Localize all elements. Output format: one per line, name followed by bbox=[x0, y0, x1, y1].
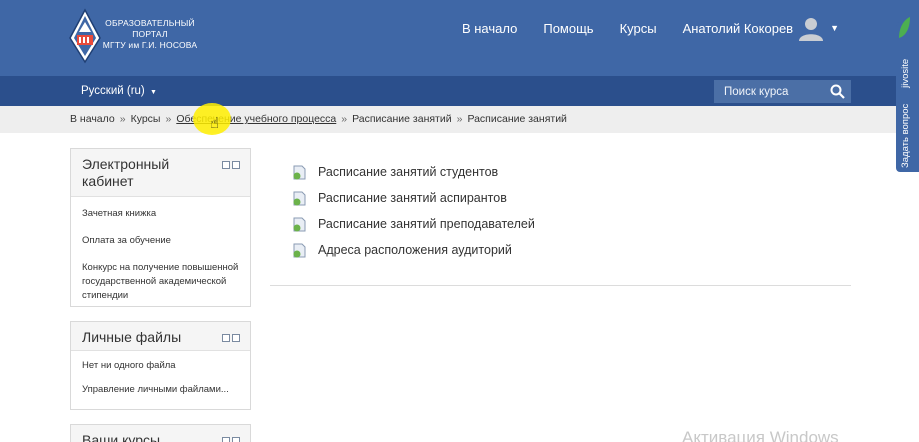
resource-item[interactable]: Расписание занятий аспирантов bbox=[292, 185, 535, 211]
page-resource-icon bbox=[293, 191, 306, 205]
resource-item[interactable]: Расписание занятий преподавателей bbox=[292, 211, 535, 237]
user-avatar-icon bbox=[799, 18, 824, 41]
dock-icon[interactable] bbox=[232, 334, 240, 342]
breadcrumb-bar: В начало» Курсы» Обеспечение учебного проц… bbox=[0, 106, 919, 133]
block-header: Личные файлы bbox=[71, 322, 250, 351]
nav-home[interactable]: В начало bbox=[462, 21, 517, 36]
breadcrumb-separator-icon: » bbox=[456, 113, 463, 125]
breadcrumb-separator-icon: » bbox=[165, 113, 172, 125]
resource-label: Расписание занятий преподавателей bbox=[318, 217, 535, 231]
breadcrumb-home[interactable]: В начало bbox=[70, 113, 115, 125]
link-manage-files[interactable]: Управление личными файлами... bbox=[82, 383, 239, 397]
chevron-down-icon: ▼ bbox=[149, 89, 157, 96]
block-header: Электронный кабинет bbox=[71, 149, 250, 197]
portal-logo[interactable]: ОБРАЗОВАТЕЛЬНЫЙ ПОРТАЛ МГТУ им Г.И. НОСО… bbox=[68, 8, 198, 64]
collapse-icon[interactable] bbox=[222, 161, 230, 169]
resource-item[interactable]: Адреса расположения аудиторий bbox=[292, 237, 535, 263]
ask-question-label: Задать вопрос jivosite bbox=[900, 58, 911, 168]
breadcrumb: В начало» Курсы» Обеспечение учебного проц… bbox=[70, 106, 567, 133]
no-files-text: Нет ни одного файла bbox=[82, 360, 176, 371]
hand-cursor-icon: ☝ bbox=[210, 115, 220, 132]
link-scholarship-contest[interactable]: Конкурс на получение повышенной государс… bbox=[82, 261, 239, 303]
block-controls bbox=[220, 437, 240, 442]
jivosite-brand: jivosite bbox=[900, 58, 911, 88]
page-resource-icon bbox=[293, 165, 306, 179]
dock-icon[interactable] bbox=[232, 437, 240, 442]
course-search bbox=[714, 80, 851, 103]
block-controls bbox=[220, 334, 240, 342]
chevron-down-icon: ▼ bbox=[830, 23, 839, 33]
breadcrumb-separator-icon: » bbox=[119, 113, 126, 125]
course-search-input[interactable] bbox=[714, 80, 824, 103]
link-record-book[interactable]: Зачетная книжка bbox=[82, 207, 239, 221]
search-icon[interactable] bbox=[830, 84, 845, 99]
block-title: Электронный кабинет bbox=[82, 156, 170, 189]
nav-help[interactable]: Помощь bbox=[543, 21, 593, 36]
logo-text: ОБРАЗОВАТЕЛЬНЫЙ ПОРТАЛ МГТУ им Г.И. НОСО… bbox=[102, 18, 198, 50]
block-body: Нет ни одного файла Управление личными ф… bbox=[71, 351, 250, 407]
block-electronic-cabinet: Электронный кабинет Зачетная книжка Опла… bbox=[70, 148, 251, 307]
block-body: Зачетная книжка Оплата за обучение Конку… bbox=[71, 197, 250, 322]
block-header: Ваши курсы bbox=[71, 425, 250, 442]
resource-label: Адреса расположения аудиторий bbox=[318, 243, 512, 257]
block-personal-files: Личные файлы Нет ни одного файла Управле… bbox=[70, 321, 251, 410]
link-tuition-payment[interactable]: Оплата за обучение bbox=[82, 234, 239, 248]
nav-courses[interactable]: Курсы bbox=[620, 21, 657, 36]
top-navigation: В начало Помощь Курсы Анатолий Кокорев ▼ bbox=[436, 0, 839, 56]
resource-label: Расписание занятий студентов bbox=[318, 165, 499, 179]
block-controls bbox=[220, 161, 240, 169]
windows-activation-watermark: Активация Windows bbox=[682, 428, 839, 442]
user-menu[interactable]: Анатолий Кокорев ▼ bbox=[683, 15, 839, 41]
language-selector[interactable]: Русский (ru) ▼ bbox=[81, 76, 157, 106]
breadcrumb-current: Расписание занятий bbox=[467, 113, 567, 125]
university-emblem-icon bbox=[69, 8, 101, 64]
dock-icon[interactable] bbox=[232, 161, 240, 169]
page-resource-icon bbox=[293, 217, 306, 231]
top-header: ОБРАЗОВАТЕЛЬНЫЙ ПОРТАЛ МГТУ им Г.И. НОСО… bbox=[0, 0, 919, 76]
collapse-icon[interactable] bbox=[222, 334, 230, 342]
block-title: Ваши курсы bbox=[82, 432, 161, 442]
language-label: Русский (ru) bbox=[81, 85, 145, 97]
breadcrumb-separator-icon: » bbox=[341, 113, 348, 125]
block-your-courses: Ваши курсы bbox=[70, 424, 251, 442]
resource-label: Расписание занятий аспирантов bbox=[318, 191, 507, 205]
breadcrumb-courses[interactable]: Курсы bbox=[131, 113, 161, 125]
resource-list: Расписание занятий студентов Расписание … bbox=[292, 159, 535, 263]
breadcrumb-subcategory[interactable]: Расписание занятий bbox=[352, 113, 451, 125]
content-divider bbox=[270, 285, 851, 286]
collapse-icon[interactable] bbox=[222, 437, 230, 442]
user-name: Анатолий Кокорев bbox=[682, 20, 794, 36]
resource-item[interactable]: Расписание занятий студентов bbox=[292, 159, 535, 185]
block-title: Личные файлы bbox=[82, 329, 182, 345]
page-resource-icon bbox=[293, 243, 306, 257]
